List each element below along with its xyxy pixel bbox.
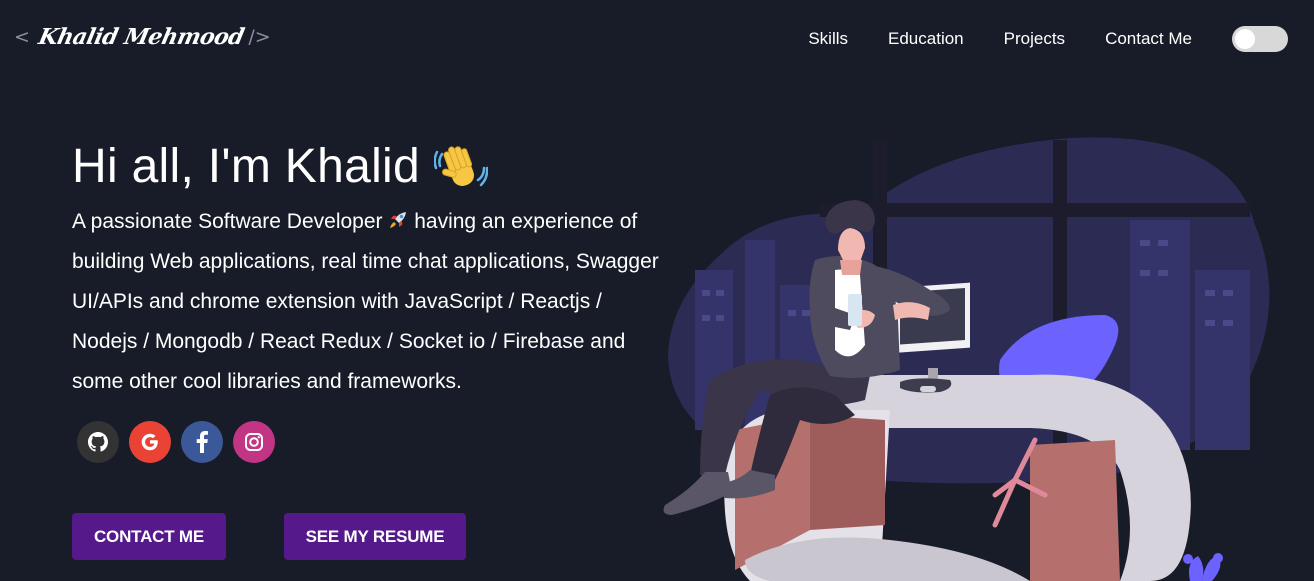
contact-me-button[interactable]: CONTACT ME: [72, 513, 226, 560]
logo-close-bracket: />: [248, 26, 271, 48]
hero-intro-paragraph: A passionate Software Developer having a…: [72, 202, 672, 402]
intro-text-part1: A passionate Software Developer: [72, 210, 383, 233]
github-icon: [88, 432, 108, 452]
logo-link[interactable]: < Khalid Mehmood />: [14, 24, 271, 50]
social-media-links: [77, 421, 285, 463]
facebook-link[interactable]: [181, 421, 223, 463]
logo-open-bracket: <: [14, 26, 30, 48]
nav-link-education[interactable]: Education: [888, 27, 964, 51]
logo-signature: Khalid Mehmood: [36, 24, 247, 50]
see-my-resume-button[interactable]: SEE MY RESUME: [284, 513, 466, 560]
portfolio-page: < Khalid Mehmood /> Skills Education Pro…: [0, 0, 1314, 581]
theme-toggle-knob: [1235, 29, 1255, 49]
github-link[interactable]: [77, 421, 119, 463]
nav-link-projects[interactable]: Projects: [1004, 27, 1065, 51]
rocket-icon: [388, 204, 408, 228]
nav-link-contact-me[interactable]: Contact Me: [1105, 27, 1192, 51]
waving-hand-icon: [433, 140, 489, 194]
developer-illustration: [650, 130, 1314, 581]
hero-greeting-heading: Hi all, I'm Khalid: [72, 136, 489, 198]
header: < Khalid Mehmood /> Skills Education Pro…: [0, 0, 1314, 80]
intro-text-part2: having an experience of building Web app…: [72, 210, 659, 393]
nav-link-skills[interactable]: Skills: [808, 27, 848, 51]
google-icon: [141, 433, 158, 451]
greeting-text: Hi all, I'm Khalid: [72, 140, 421, 193]
facebook-icon: [196, 431, 208, 453]
main-nav: Skills Education Projects Contact Me: [808, 26, 1314, 52]
instagram-link[interactable]: [233, 421, 275, 463]
theme-toggle[interactable]: [1232, 26, 1288, 52]
instagram-icon: [245, 433, 263, 451]
google-link[interactable]: [129, 421, 171, 463]
